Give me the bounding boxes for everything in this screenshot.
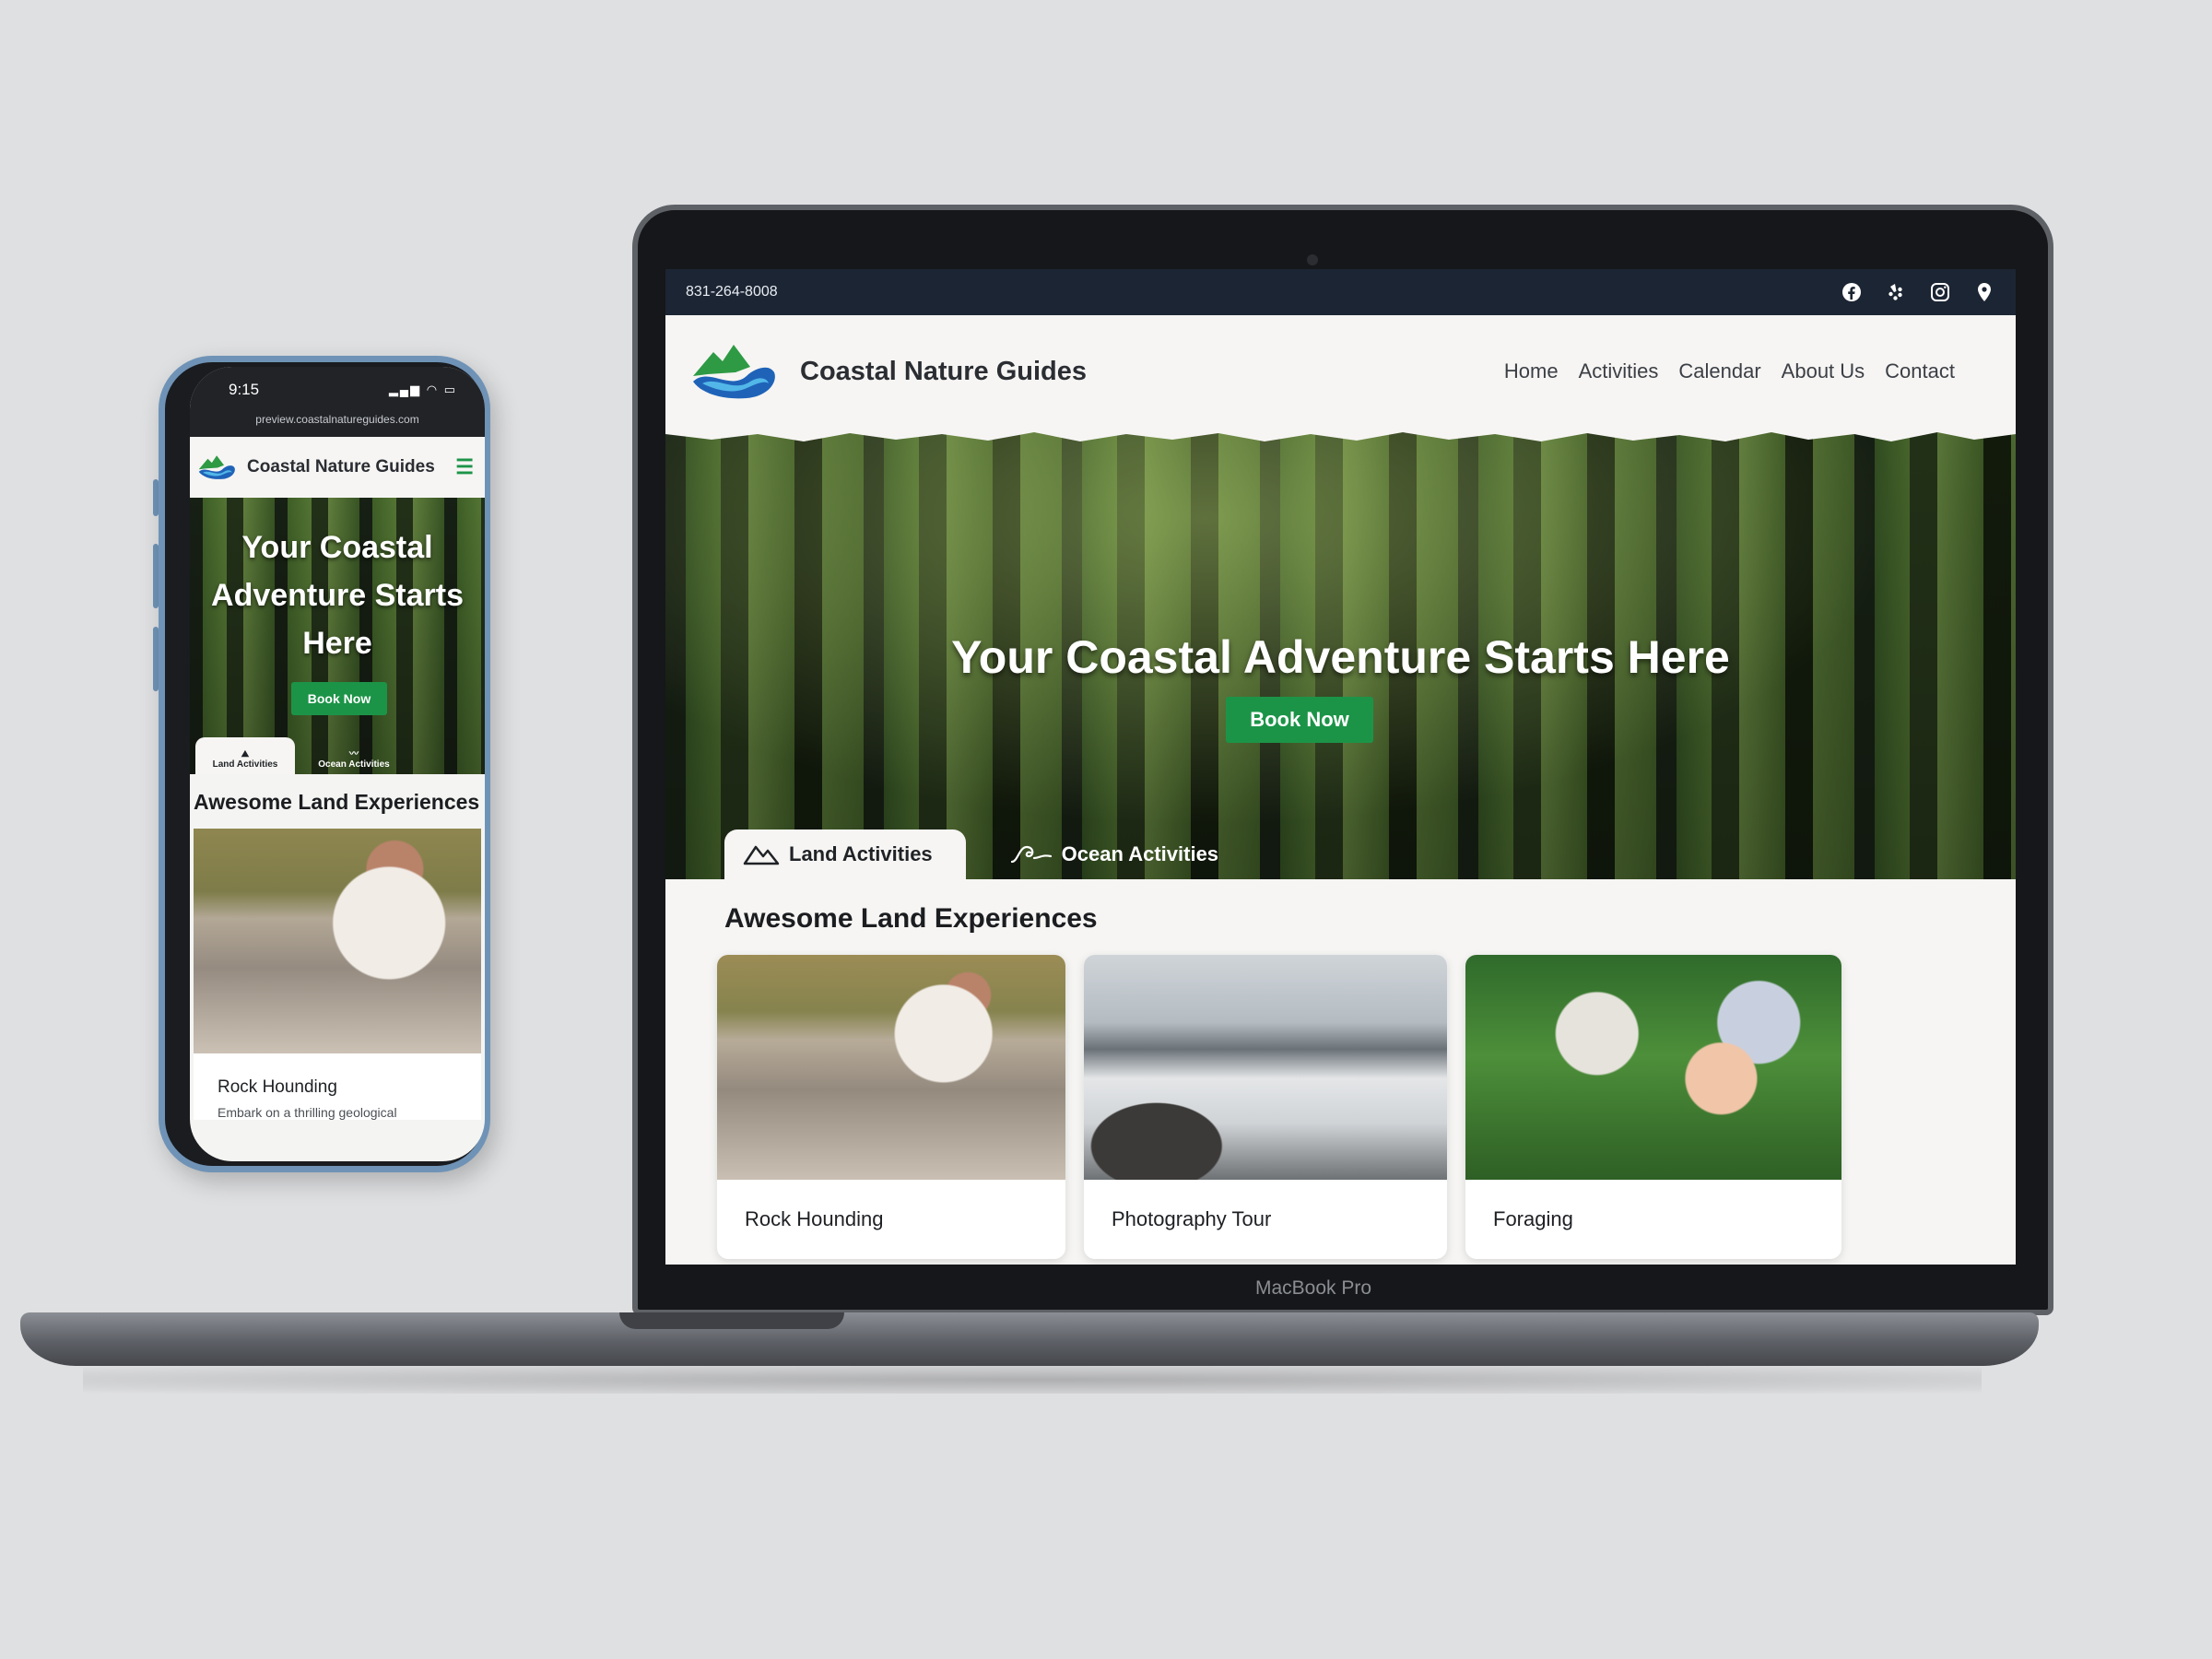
nav-about-us[interactable]: About Us	[1782, 359, 1865, 383]
phone-status-bar: 9:15 ▂▄▆ ◠ ▭	[190, 367, 485, 413]
logo-icon	[198, 455, 235, 479]
card-title: Rock Hounding	[745, 1207, 884, 1230]
mountain-icon: ⛰	[241, 749, 250, 759]
nav-home[interactable]: Home	[1504, 359, 1559, 383]
address-bar[interactable]: preview.coastalnatureguides.com	[190, 413, 485, 437]
tab-ocean-activities[interactable]: Ocean Activities	[992, 830, 1252, 879]
laptop-model-label: MacBook Pro	[1254, 1277, 1372, 1299]
tab-ocean-label: Ocean Activities	[1061, 842, 1219, 865]
phone-card-title: Rock Hounding	[218, 1077, 337, 1097]
social-icons	[1841, 281, 1995, 303]
phone-hero-title: Your Coastal Adventure Starts Here	[211, 530, 464, 661]
hero-banner: Your Coastal Adventure Starts Here Book …	[665, 428, 2016, 879]
phone-tab-ocean[interactable]: 〰 Ocean Activities	[304, 737, 404, 774]
hero-title: Your Coastal Adventure Starts Here	[951, 631, 1730, 683]
laptop-base	[20, 1312, 2039, 1366]
phone-brand-name: Coastal Nature Guides	[247, 457, 435, 477]
card-image	[1084, 955, 1447, 1180]
torn-paper-edge	[665, 428, 2016, 441]
card-title: Photography Tour	[1112, 1207, 1272, 1230]
location-pin-icon[interactable]	[1973, 281, 1995, 303]
facebook-icon[interactable]	[1841, 281, 1863, 303]
card-rock-hounding[interactable]: Rock Hounding	[717, 955, 1065, 1259]
main-nav: Home Activities Calendar About Us Contac…	[1504, 359, 1955, 383]
brand-name: Coastal Nature Guides	[800, 356, 1088, 386]
phone-time: 9:15	[229, 381, 260, 398]
laptop-shadow	[83, 1366, 1982, 1394]
wave-icon	[1010, 845, 1052, 864]
brand[interactable]: Coastal Nature Guides	[689, 339, 1087, 404]
laptop-camera	[1307, 254, 1318, 265]
section-title: Awesome Land Experiences	[724, 903, 1098, 934]
card-image	[1465, 955, 1841, 1180]
phone-card-description: Embark on a thrilling geological	[218, 1105, 397, 1120]
site-header: Coastal Nature Guides Home Activities Ca…	[665, 315, 2016, 428]
tab-land-activities[interactable]: Land Activities	[724, 830, 966, 879]
phone-book-now-button[interactable]: Book Now	[291, 682, 387, 715]
card-foraging[interactable]: Foraging	[1465, 955, 1841, 1259]
logo-icon	[693, 345, 775, 399]
phone-card-rock-hounding[interactable]: Rock Hounding Embark on a thrilling geol…	[194, 1053, 481, 1120]
phone-activity-tabs: ⛰ Land Activities 〰 Ocean Activities	[195, 737, 404, 774]
phone-brand[interactable]: Coastal Nature Guides	[197, 453, 435, 482]
signal-wifi-battery-icon: ▂▄▆ ◠ ▭	[388, 382, 457, 396]
nav-contact[interactable]: Contact	[1885, 359, 1955, 383]
phone-number[interactable]: 831-264-8008	[686, 284, 778, 300]
laptop-notch	[619, 1312, 844, 1329]
tab-land-label: Land Activities	[789, 842, 933, 865]
activity-tabs: Land Activities Ocean Activities	[724, 830, 1252, 879]
mountain-icon	[743, 845, 780, 865]
phone-tab-land[interactable]: ⛰ Land Activities	[195, 737, 295, 774]
phone-hero: Your Coastal Adventure Starts Here Book …	[190, 498, 485, 774]
card-photography-tour[interactable]: Photography Tour	[1084, 955, 1447, 1259]
top-bar: 831-264-8008	[665, 269, 2016, 315]
phone-card-image	[194, 829, 481, 1053]
card-title: Foraging	[1493, 1207, 1573, 1230]
card-image	[717, 955, 1065, 1180]
phone-site-header: Coastal Nature Guides ☰	[190, 437, 485, 498]
book-now-button[interactable]: Book Now	[1226, 697, 1373, 743]
yelp-icon[interactable]	[1885, 281, 1907, 303]
nav-calendar[interactable]: Calendar	[1678, 359, 1760, 383]
wave-icon: 〰	[349, 749, 359, 759]
hamburger-menu-icon[interactable]: ☰	[455, 455, 474, 479]
laptop-screen: 831-264-8008 Coastal Nature Guides Home …	[665, 269, 2016, 1265]
experience-cards: Rock Hounding Photography Tour Foraging	[717, 955, 1957, 1259]
phone-screen: 9:15 ▂▄▆ ◠ ▭ preview.coastalnatureguides…	[190, 367, 485, 1161]
phone-section-title: Awesome Land Experiences	[194, 790, 480, 814]
nav-activities[interactable]: Activities	[1579, 359, 1659, 383]
instagram-icon[interactable]	[1929, 281, 1951, 303]
phone-tab-land-label: Land Activities	[212, 759, 278, 770]
experiences-section: Awesome Land Experiences Rock Hounding P…	[665, 879, 2016, 1259]
phone-tab-ocean-label: Ocean Activities	[318, 759, 390, 770]
